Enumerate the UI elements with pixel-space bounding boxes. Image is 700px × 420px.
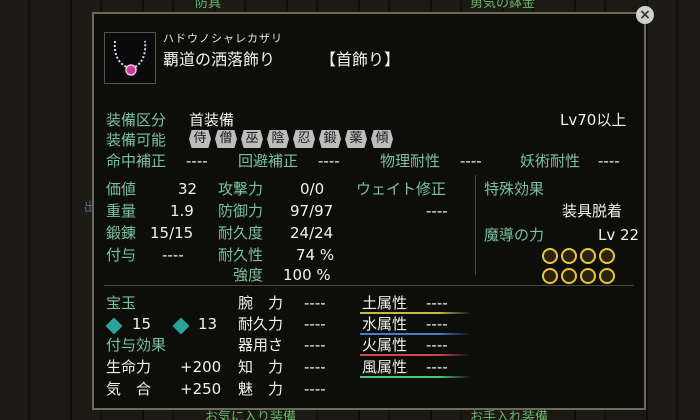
strength-value: 100 % [283,266,331,284]
physical-resist-label: 物理耐性 [380,152,441,170]
water-underline [360,333,472,335]
equip-jobs-label: 装備可能 [106,131,167,149]
water-value: ---- [426,315,448,333]
accuracy-value: ---- [186,152,208,170]
attr-label-3: 器用さ [238,336,284,354]
endurance-value: 74 % [296,246,335,264]
coin-icon [542,248,558,264]
training-label: 鍛錬 [106,224,137,242]
section-divider [104,285,634,286]
gems-label: 宝玉 [106,294,137,312]
durability-value: 24/24 [290,224,334,242]
attack-label: 攻撃力 [218,180,264,198]
grant-value: ---- [162,246,184,264]
item-icon-frame [104,32,156,84]
attr-label-1: 腕 力 [238,294,284,312]
endurance-label: 耐久性 [218,246,264,264]
grant-label: 付与 [106,246,137,264]
magic-power-level: Lv 22 [598,226,640,244]
necklace-icon [113,40,147,76]
weight-correction-label: ウェイト修正 [356,180,447,198]
attr-label-5: 魅 力 [238,380,284,398]
attr-value-5: ---- [304,380,326,398]
enchant-label-1: 生命力 [106,358,152,376]
job-badge: 陰 [267,130,289,148]
magic-power-label: 魔導の力 [484,226,545,244]
attack-value: 0/0 [300,180,325,198]
job-badge: 鍛 [319,130,341,148]
weight-value: 1.9 [170,202,194,220]
special-effect-label: 特殊効果 [484,180,545,198]
earth-underline [360,312,472,314]
coin-icon [561,268,577,284]
close-button[interactable]: × [636,6,654,24]
enchant-label: 付与効果 [106,336,167,354]
bg-top-right-label: 勇気の鉢金 [470,0,536,8]
fire-value: ---- [426,336,448,354]
bg-top-left-label: 防具 [195,0,222,8]
attr-value-4: ---- [304,358,326,376]
job-badges: 侍 僧 巫 陰 忍 鍛 薬 傾 [189,130,393,148]
coin-icon [580,268,596,284]
level-requirement: Lv70以上 [560,111,627,129]
value-value: 32 [178,180,198,198]
enchant-label-2: 気 合 [106,380,152,398]
job-badge: 薬 [345,130,367,148]
special-effect-value: 装具脱着 [562,202,623,220]
gem-count-b: 13 [198,315,218,333]
water-label: 水属性 [362,315,408,333]
weight-label: 重量 [106,202,137,220]
item-name: 覇道の洒落飾り [163,50,276,69]
training-value: 15/15 [150,224,194,242]
stats-divider [475,175,476,275]
coin-icon [542,268,558,284]
attr-label-2: 耐久力 [238,315,284,333]
enchant-value-1: +200 [180,358,222,376]
job-badge: 侍 [189,130,211,148]
defense-label: 防御力 [218,202,264,220]
gem-count-a: 15 [132,315,152,333]
attr-value-2: ---- [304,315,326,333]
earth-value: ---- [426,294,448,312]
coin-icon [580,248,596,264]
attr-value-1: ---- [304,294,326,312]
earth-label: 土属性 [362,294,408,312]
fire-label: 火属性 [362,336,408,354]
wind-underline [360,376,472,378]
value-label: 価値 [106,180,137,198]
weight-correction-value: ---- [426,202,448,220]
strength-label: 強度 [233,266,264,284]
attr-label-4: 知 力 [238,358,284,376]
physical-resist-value: ---- [460,152,482,170]
job-badge: 傾 [371,130,393,148]
item-furigana: ハドウノシャレカザリ [163,32,283,45]
job-badge: 忍 [293,130,315,148]
equip-category-label: 装備区分 [106,111,167,129]
wind-label: 風属性 [362,358,408,376]
coin-icon [561,248,577,264]
job-badge: 巫 [241,130,263,148]
accuracy-label: 命中補正 [106,152,167,170]
wind-value: ---- [426,358,448,376]
coin-icon [599,268,615,284]
equip-category-value: 首装備 [189,111,235,129]
durability-label: 耐久度 [218,224,264,242]
defense-value: 97/97 [290,202,334,220]
magic-resist-value: ---- [598,152,620,170]
item-type: 【首飾り】 [320,50,401,69]
evasion-label: 回避補正 [238,152,299,170]
enchant-value-2: +250 [180,380,222,398]
attr-value-3: ---- [304,336,326,354]
job-badge: 僧 [215,130,237,148]
magic-resist-label: 妖術耐性 [520,152,581,170]
fire-underline [360,354,472,356]
coin-icon [599,248,615,264]
evasion-value: ---- [318,152,340,170]
